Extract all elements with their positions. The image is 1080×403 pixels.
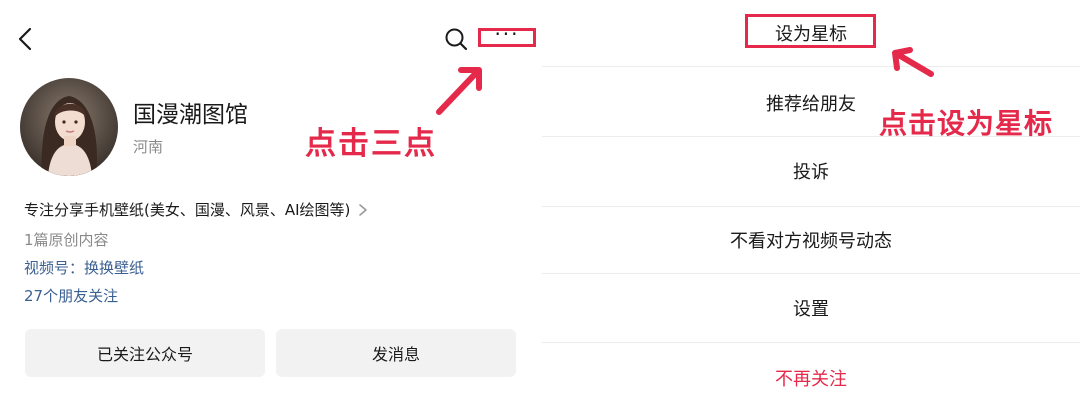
annotation-arrow-icon — [892, 47, 934, 77]
followed-account-button[interactable]: 已关注公众号 — [25, 329, 265, 377]
avatar-image — [20, 78, 118, 176]
menu-item-label: 不再关注 — [775, 369, 847, 390]
options-menu-panel: 设为星标 推荐给朋友 投诉 不看对方视频号动态 设置 不再关注 点击设为星标 — [542, 0, 1080, 403]
annotation-arrow-icon — [436, 67, 482, 115]
menu-item-settings[interactable]: 设置 — [542, 285, 1080, 331]
menu-item-label: 不看对方视频号动态 — [730, 231, 892, 252]
menu-divider — [542, 206, 1080, 207]
highlight-box — [745, 14, 876, 48]
screenshot-page: ··· 国漫潮图馆 河南 点击三点 专注分享手机壁纸(美女、国漫、风景、AI绘图… — [0, 0, 1080, 403]
menu-divider — [542, 273, 1080, 274]
menu-divider — [542, 342, 1080, 343]
original-content-count[interactable]: 1篇原创内容 — [24, 229, 109, 250]
avatar[interactable] — [20, 78, 118, 176]
account-region: 河南 — [133, 138, 164, 156]
menu-item-report[interactable]: 投诉 — [542, 148, 1080, 194]
menu-divider — [542, 66, 1080, 67]
account-description: 专注分享手机壁纸(美女、国漫、风景、AI绘图等) — [24, 201, 351, 219]
video-channel-link[interactable]: 视频号：换换壁纸 — [24, 257, 144, 278]
account-profile-panel: ··· 国漫潮图馆 河南 点击三点 专注分享手机壁纸(美女、国漫、风景、AI绘图… — [0, 0, 538, 403]
account-name: 国漫潮图馆 — [133, 102, 248, 128]
more-options-button[interactable]: ··· — [478, 24, 536, 47]
account-description-row[interactable]: 专注分享手机壁纸(美女、国漫、风景、AI绘图等) — [24, 199, 368, 220]
menu-item-label: 设置 — [793, 299, 829, 320]
chevron-left-icon[interactable] — [14, 26, 36, 52]
chevron-right-icon — [359, 203, 368, 216]
annotation-tap-set-star: 点击设为星标 — [879, 107, 1054, 140]
menu-item-unfollow[interactable]: 不再关注 — [542, 355, 1080, 401]
friends-following-link[interactable]: 27个朋友关注 — [24, 285, 118, 306]
send-message-button[interactable]: 发消息 — [276, 329, 516, 377]
search-icon[interactable] — [444, 27, 468, 51]
annotation-tap-three-dots: 点击三点 — [305, 126, 437, 162]
more-dots-icon: ··· — [494, 21, 520, 46]
menu-item-label: 推荐给朋友 — [766, 94, 856, 115]
menu-item-hide-channel-updates[interactable]: 不看对方视频号动态 — [542, 217, 1080, 263]
menu-item-label: 投诉 — [793, 162, 829, 183]
